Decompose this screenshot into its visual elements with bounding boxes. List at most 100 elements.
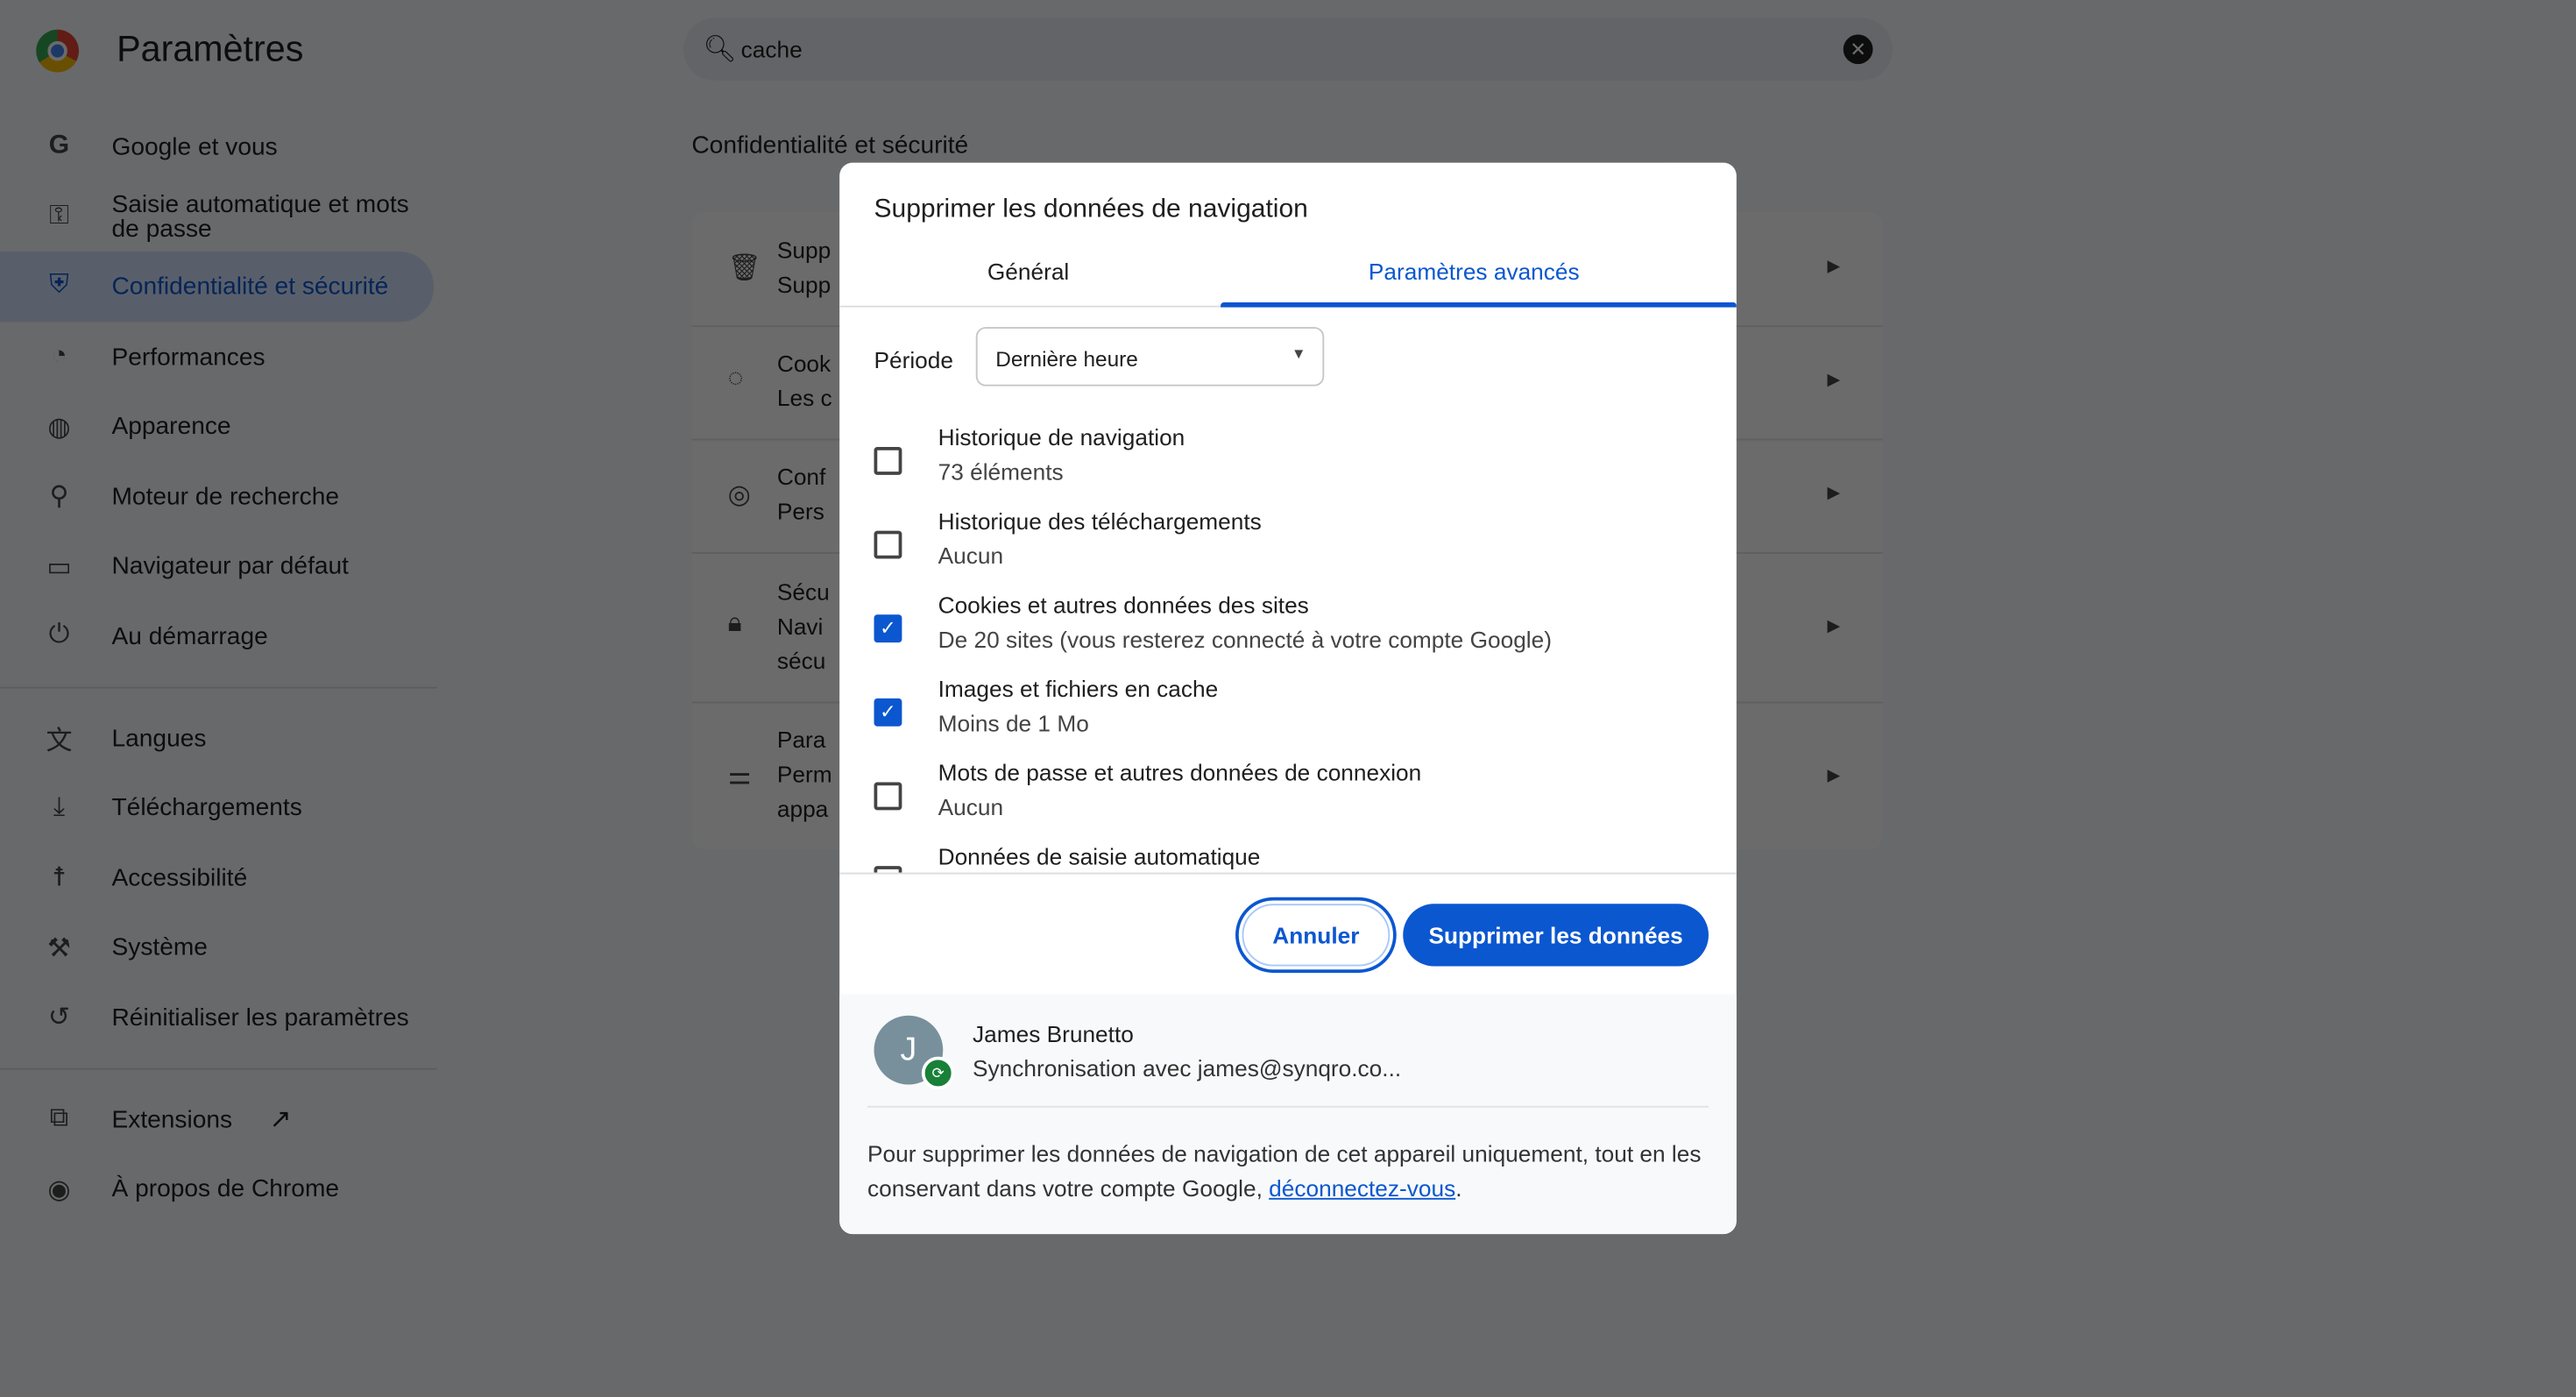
sidebar-item-label: Au démarrage [111, 622, 268, 651]
chrome-logo-icon [36, 29, 79, 73]
sidebar-item-label: Google et vous [111, 132, 278, 161]
row-title: Conf [776, 463, 826, 490]
sidebar-item-autofill[interactable]: ⚿ Saisie automatique et mots de passe [0, 181, 437, 252]
clear-browsing-data-dialog: Supprimer les données de navigation Géné… [839, 162, 1737, 1235]
divider [0, 1067, 437, 1070]
palette-icon: ◍ [47, 413, 71, 442]
sync-icon: ⟳ [921, 1056, 955, 1090]
account-name: James Brunetto [973, 1020, 1134, 1047]
tune-icon: ⚌ [727, 762, 752, 791]
clear-icon[interactable]: ✕ [1843, 34, 1873, 65]
option-subtitle: Moins de 1 Mo [938, 710, 1089, 736]
sidebar-item-label: Moteur de recherche [111, 482, 340, 511]
speedometer-icon: ◔ [51, 342, 67, 371]
option-title: Historique de navigation [938, 423, 1185, 450]
option-title: Historique des téléchargements [938, 507, 1262, 535]
sidebar-item-label: À propos de Chrome [111, 1174, 340, 1203]
option-title: Données de saisie automatique [938, 842, 1261, 869]
sidebar-item-label: Extensions [111, 1104, 233, 1133]
divider [839, 872, 1737, 875]
row-subtitle: sécu [776, 647, 826, 674]
sidebar-item-appearance[interactable]: ◍ Apparence [0, 392, 437, 462]
sidebar-item-accessibility[interactable]: ☨ Accessibilité [0, 843, 437, 913]
sidebar-item-startup[interactable]: ⏻ Au démarrage [0, 602, 437, 672]
sidebar-item-about[interactable]: ◉ À propos de Chrome [0, 1154, 437, 1224]
period-label: Période [874, 346, 953, 373]
sidebar-item-default-browser[interactable]: ▭ Navigateur par défaut [0, 532, 437, 602]
sidebar-item-downloads[interactable]: ⤓ Téléchargements [0, 773, 437, 843]
key-icon: ⚿ [49, 202, 69, 230]
accessibility-icon: ☨ [52, 864, 67, 893]
arrow-right-icon: ▶ [1827, 767, 1840, 786]
sign-out-note: Pour supprimer les données de navigation… [867, 1138, 1714, 1207]
sidebar-item-privacy[interactable]: ⛨ Confidentialité et sécurité [0, 252, 434, 323]
sidebar: G Google et vous ⚿ Saisie automatique et m… [0, 112, 437, 1224]
period-select[interactable]: Dernière heure ▼ [975, 327, 1325, 386]
row-subtitle: Les c [776, 384, 832, 411]
sidebar-item-extensions[interactable]: ⧉ Extensions ↗ [0, 1084, 437, 1154]
sidebar-item-label: Langues [111, 724, 207, 752]
row-title: Sécu [776, 578, 830, 605]
sign-out-link[interactable]: déconnectez-vous [1269, 1175, 1455, 1202]
shield-icon: ⛨ [49, 272, 69, 301]
arrow-right-icon: ▶ [1827, 485, 1840, 503]
divider [0, 686, 437, 689]
option-subtitle: Aucun [938, 793, 1004, 820]
row-subtitle: Perm [776, 761, 832, 788]
sidebar-item-label: Saisie automatique et mots de passe [111, 190, 409, 244]
sidebar-item-label: Apparence [111, 412, 231, 441]
divider [867, 1105, 1709, 1108]
checkbox[interactable] [874, 782, 902, 811]
download-icon: ⤓ [53, 792, 66, 821]
checkbox-checked[interactable]: ✓ [874, 614, 902, 643]
sidebar-item-performance[interactable]: ◔ Performances [0, 322, 437, 392]
power-icon: ⏻ [48, 621, 70, 650]
sidebar-item-reset[interactable]: ↺ Réinitialiser les paramètres [0, 982, 437, 1053]
dropdown-arrow-icon: ▼ [1291, 344, 1306, 362]
option-download-history[interactable]: Historique des téléchargements Aucun [839, 507, 1737, 592]
delete-data-button[interactable]: Supprimer les données [1403, 904, 1709, 967]
option-cache[interactable]: ✓ Images et fichiers en cache Moins de 1 M… [839, 676, 1737, 760]
arrow-right-icon: ▶ [1827, 618, 1840, 636]
search-input[interactable]: cache [741, 36, 803, 62]
tab-advanced[interactable]: Paramètres avancés [1369, 258, 1580, 284]
account-footer: J ⟳ James Brunetto Synchronisation avec … [839, 994, 1737, 1235]
note-text-end: . [1455, 1174, 1462, 1202]
lock-icon: 🔒︎ [727, 609, 742, 638]
cancel-button[interactable]: Annuler [1242, 904, 1391, 967]
arrow-right-icon: ▶ [1827, 371, 1840, 390]
row-subtitle: Navi [776, 613, 824, 640]
checkbox[interactable] [874, 866, 902, 873]
row-title: Supp [776, 237, 832, 263]
sidebar-item-label: Navigateur par défaut [111, 552, 349, 581]
sidebar-item-label: Téléchargements [111, 793, 302, 822]
option-subtitle: 73 éléments [938, 458, 1064, 486]
search-icon: 🔍︎ [703, 36, 737, 65]
search-icon: ⚲ [49, 483, 69, 512]
google-icon: G [48, 131, 70, 160]
option-passwords[interactable]: Mots de passe et autres données de conne… [839, 759, 1737, 843]
row-title: Para [776, 726, 826, 753]
tab-general[interactable]: Général [987, 258, 1069, 284]
option-cookies[interactable]: ✓ Cookies et autres données des sites De 2… [839, 592, 1737, 676]
option-autofill[interactable]: Données de saisie automatique [839, 843, 1737, 873]
sidebar-item-system[interactable]: ⚒ Système [0, 913, 437, 983]
sidebar-item-search-engine[interactable]: ⚲ Moteur de recherche [0, 462, 437, 532]
sidebar-item-label: Accessibilité [111, 863, 248, 892]
checkbox-checked[interactable]: ✓ [874, 698, 902, 727]
checkbox[interactable] [874, 530, 902, 559]
translate-icon: 文 [46, 727, 73, 756]
section-title: Confidentialité et sécurité [691, 131, 969, 160]
option-title: Images et fichiers en cache [938, 675, 1219, 702]
external-link-icon: ↗ [269, 1105, 292, 1134]
sidebar-item-google[interactable]: G Google et vous [0, 112, 437, 182]
sidebar-item-label: Confidentialité et sécurité [111, 273, 389, 301]
options-list[interactable]: Période Dernière heure ▼ Historique de na… [839, 308, 1737, 873]
row-title: Cook [776, 350, 832, 377]
sidebar-item-label: Système [111, 933, 208, 962]
search-box[interactable]: 🔍︎ cache ✕ [683, 18, 1893, 81]
row-subtitle: Pers [776, 498, 824, 525]
sidebar-item-languages[interactable]: 文 Langues [0, 703, 437, 773]
checkbox[interactable] [874, 447, 902, 475]
option-browsing-history[interactable]: Historique de navigation 73 éléments [839, 424, 1737, 508]
